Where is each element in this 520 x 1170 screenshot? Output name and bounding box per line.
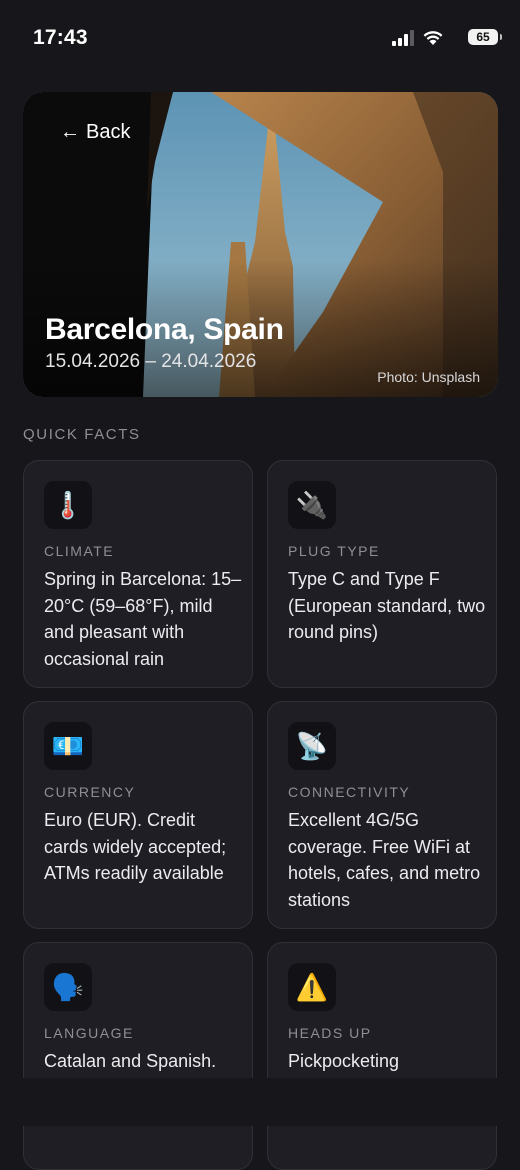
trip-dates: 15.04.2026 – 24.04.2026 [45, 351, 257, 372]
card-label: PLUG TYPE [288, 543, 380, 559]
arrow-left-icon: ← [60, 121, 80, 143]
card-text: Pickpocketing [288, 1051, 400, 1071]
status-time: 17:43 [33, 26, 88, 49]
satellite-dish-icon: 📡 [288, 722, 336, 770]
bottom-cutoff [0, 1078, 520, 1126]
card-label: HEADS UP [288, 1025, 372, 1041]
signal-icon [392, 30, 414, 46]
fact-card-climate: 🌡️ CLIMATE Spring in Barcelona: 15–20°C … [23, 460, 253, 688]
plug-icon: 🔌 [288, 481, 336, 529]
card-label: CLIMATE [44, 543, 115, 559]
battery-icon: 65 [468, 29, 502, 45]
back-button[interactable]: ← Back [60, 121, 130, 144]
status-bar: 17:43 65 [0, 0, 520, 76]
fact-card-currency: 💶 CURRENCY Euro (EUR). Credit cards wide… [23, 701, 253, 929]
euro-banknote-icon: 💶 [44, 722, 92, 770]
photo-credit: Photo: Unsplash [377, 369, 480, 385]
section-label-quick-facts: QUICK FACTS [23, 426, 141, 443]
card-text: Spring in Barcelona: 15–20°C (59–68°F), … [44, 569, 242, 669]
card-text: Type C and Type F (European standard, tw… [288, 569, 486, 642]
card-text: Catalan and Spanish. [44, 1051, 217, 1071]
hero-card: ← Back Barcelona, Spain 15.04.2026 – 24.… [23, 92, 498, 397]
card-label: LANGUAGE [44, 1025, 134, 1041]
destination-title: Barcelona, Spain [45, 313, 284, 346]
back-label: Back [86, 121, 131, 143]
thermometer-icon: 🌡️ [44, 481, 92, 529]
fact-card-connectivity: 📡 CONNECTIVITY Excellent 4G/5G coverage.… [267, 701, 497, 929]
card-text: Euro (EUR). Credit cards widely accepted… [44, 810, 227, 883]
card-text: Excellent 4G/5G coverage. Free WiFi at h… [288, 810, 481, 910]
fact-card-language: 🗣️ LANGUAGE Catalan and Spanish. [23, 942, 253, 1170]
warning-icon: ⚠️ [288, 963, 336, 1011]
fact-card-plug-type: 🔌 PLUG TYPE Type C and Type F (European … [267, 460, 497, 688]
speaking-head-icon: 🗣️ [44, 963, 92, 1011]
wifi-icon [423, 31, 443, 45]
card-label: CURRENCY [44, 784, 136, 800]
fact-card-heads-up: ⚠️ HEADS UP Pickpocketing [267, 942, 497, 1170]
card-label: CONNECTIVITY [288, 784, 411, 800]
